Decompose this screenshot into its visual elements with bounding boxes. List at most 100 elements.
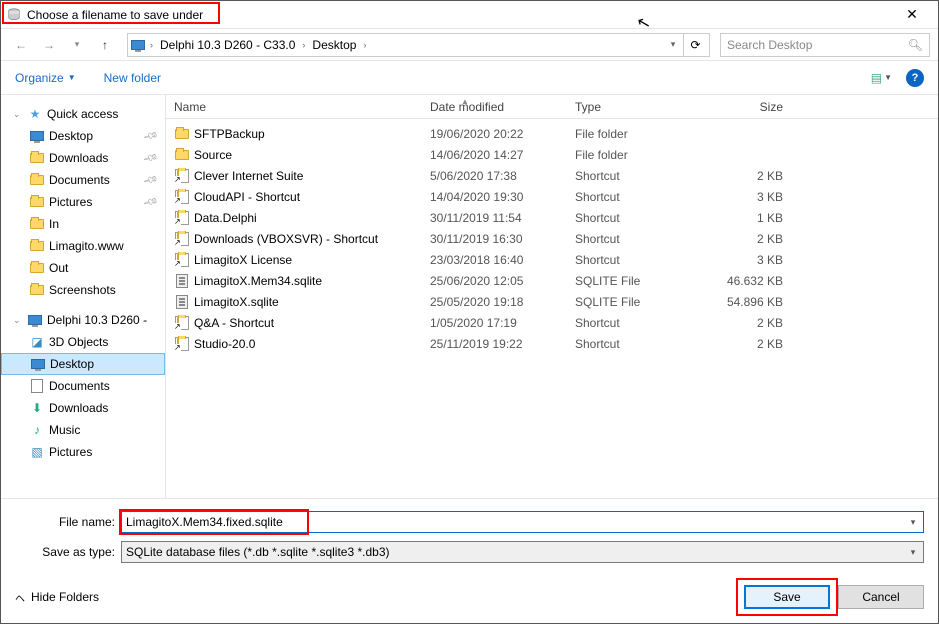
- filename-label: File name:: [15, 515, 115, 529]
- sidebar-item-label: Desktop: [49, 129, 93, 143]
- recent-dropdown[interactable]: ▾: [65, 33, 89, 57]
- file-row[interactable]: Q&A - Shortcut 1/05/2020 17:19 Shortcut …: [166, 312, 938, 333]
- view-options-button[interactable]: ▤▼: [871, 71, 892, 85]
- item-icon: [29, 444, 45, 460]
- file-date: 25/11/2019 19:22: [430, 337, 575, 351]
- file-icon: [174, 294, 190, 310]
- file-row[interactable]: Source 14/06/2020 14:27 File folder: [166, 144, 938, 165]
- col-size[interactable]: Size: [695, 100, 795, 114]
- file-type: File folder: [575, 148, 695, 162]
- file-row[interactable]: LimagitoX.Mem34.sqlite 25/06/2020 12:05 …: [166, 270, 938, 291]
- folder-icon: [29, 150, 45, 166]
- breadcrumb-seg[interactable]: Delphi 10.3 D260 - C33.0: [157, 38, 298, 52]
- filename-input[interactable]: ▾: [121, 511, 924, 533]
- sidebar-item[interactable]: Documents: [1, 375, 165, 397]
- file-icon: [174, 231, 190, 247]
- file-row[interactable]: SFTPBackup 19/06/2020 20:22 File folder: [166, 123, 938, 144]
- monitor-icon: [27, 312, 43, 328]
- folder-icon: [29, 238, 45, 254]
- sidebar-item[interactable]: ⬇ Downloads: [1, 397, 165, 419]
- file-name: Downloads (VBOXSVR) - Shortcut: [194, 232, 378, 246]
- sidebar-item[interactable]: Out: [1, 257, 165, 279]
- column-headers: ▲ Name Date modified Type Size: [166, 95, 938, 119]
- hide-folders-button[interactable]: ヘ Hide Folders: [15, 590, 99, 605]
- close-button[interactable]: ✕: [892, 1, 932, 28]
- back-button[interactable]: ←: [9, 33, 33, 57]
- new-folder-button[interactable]: New folder: [104, 71, 161, 85]
- organize-menu[interactable]: Organize▼: [15, 71, 76, 85]
- refresh-button[interactable]: ⟳: [683, 34, 707, 56]
- file-icon: [174, 168, 190, 184]
- file-icon: [174, 147, 190, 163]
- save-dialog: ↖ Choose a filename to save under ✕ ← → …: [0, 0, 939, 624]
- file-date: 14/04/2020 19:30: [430, 190, 575, 204]
- dropdown-icon[interactable]: ▾: [905, 544, 921, 560]
- file-name: Studio-20.0: [194, 337, 255, 351]
- file-date: 14/06/2020 14:27: [430, 148, 575, 162]
- sidebar-item[interactable]: Pictures 📌︎: [1, 191, 165, 213]
- sidebar-item[interactable]: Documents 📌︎: [1, 169, 165, 191]
- up-button[interactable]: ↑: [93, 33, 117, 57]
- monitor-icon: [130, 37, 146, 53]
- cancel-button[interactable]: Cancel: [838, 585, 924, 609]
- sidebar-item[interactable]: 3D Objects: [1, 331, 165, 353]
- titlebar: Choose a filename to save under ✕: [1, 1, 938, 29]
- filename-field[interactable]: [126, 515, 919, 529]
- sidebar-item-label: Downloads: [49, 151, 108, 165]
- col-type[interactable]: Type: [575, 100, 695, 114]
- sidebar-drive[interactable]: ⌄ Delphi 10.3 D260 -: [1, 309, 165, 331]
- file-icon: [174, 315, 190, 331]
- file-type: Shortcut: [575, 337, 695, 351]
- sidebar-item[interactable]: Desktop: [1, 353, 165, 375]
- file-row[interactable]: LimagitoX.sqlite 25/05/2020 19:18 SQLITE…: [166, 291, 938, 312]
- sidebar-item[interactable]: Desktop 📌︎: [1, 125, 165, 147]
- file-name: Q&A - Shortcut: [194, 316, 274, 330]
- save-button[interactable]: Save: [744, 585, 830, 609]
- file-size: 46.632 KB: [695, 274, 795, 288]
- file-row[interactable]: Clever Internet Suite 5/06/2020 17:38 Sh…: [166, 165, 938, 186]
- sidebar-item-label: Downloads: [49, 401, 108, 415]
- file-row[interactable]: Data.Delphi 30/11/2019 11:54 Shortcut 1 …: [166, 207, 938, 228]
- dropdown-icon[interactable]: ▾: [905, 514, 921, 530]
- file-date: 1/05/2020 17:19: [430, 316, 575, 330]
- file-type: Shortcut: [575, 211, 695, 225]
- file-row[interactable]: LimagitoX License 23/03/2018 16:40 Short…: [166, 249, 938, 270]
- sidebar-item[interactable]: Limagito.www: [1, 235, 165, 257]
- file-date: 23/03/2018 16:40: [430, 253, 575, 267]
- folder-icon: [29, 260, 45, 276]
- sidebar-item-label: Desktop: [50, 357, 94, 371]
- file-date: 25/05/2020 19:18: [430, 295, 575, 309]
- sidebar-item[interactable]: Pictures: [1, 441, 165, 463]
- sidebar-quick-access[interactable]: ⌄ ★ Quick access: [1, 103, 165, 125]
- file-row[interactable]: CloudAPI - Shortcut 14/04/2020 19:30 Sho…: [166, 186, 938, 207]
- col-date[interactable]: Date modified: [430, 100, 575, 114]
- bottom-panel: File name: ▾ Save as type: SQLite databa…: [1, 498, 938, 623]
- nav-row: ← → ▾ ↑ › Delphi 10.3 D260 - C33.0 › Des…: [1, 29, 938, 61]
- sidebar-item[interactable]: In: [1, 213, 165, 235]
- sidebar-item[interactable]: Downloads 📌︎: [1, 147, 165, 169]
- file-name: Source: [194, 148, 232, 162]
- file-size: 1 KB: [695, 211, 795, 225]
- folder-icon: [29, 128, 45, 144]
- chevron-down-icon: ⌄: [13, 315, 23, 326]
- database-icon: [7, 8, 21, 22]
- breadcrumb-dropdown[interactable]: ▾: [665, 34, 681, 56]
- search-input[interactable]: Search Desktop 🔍︎: [720, 33, 930, 57]
- file-icon: [174, 210, 190, 226]
- item-icon: [30, 356, 46, 372]
- file-name: LimagitoX.sqlite: [194, 295, 279, 309]
- file-name: LimagitoX.Mem34.sqlite: [194, 274, 322, 288]
- sidebar-item[interactable]: Music: [1, 419, 165, 441]
- filetype-select[interactable]: SQLite database files (*.db *.sqlite *.s…: [121, 541, 924, 563]
- sidebar-item[interactable]: Screenshots: [1, 279, 165, 301]
- col-name[interactable]: Name: [174, 100, 430, 114]
- breadcrumb-seg[interactable]: Desktop: [309, 38, 359, 52]
- file-row[interactable]: Downloads (VBOXSVR) - Shortcut 30/11/201…: [166, 228, 938, 249]
- file-size: 2 KB: [695, 316, 795, 330]
- breadcrumb[interactable]: › Delphi 10.3 D260 - C33.0 › Desktop › ▾…: [127, 33, 710, 57]
- file-row[interactable]: Studio-20.0 25/11/2019 19:22 Shortcut 2 …: [166, 333, 938, 354]
- help-icon[interactable]: ?: [906, 69, 924, 87]
- sidebar-item-label: Pictures: [49, 445, 92, 459]
- file-date: 25/06/2020 12:05: [430, 274, 575, 288]
- sort-indicator-icon: ▲: [461, 97, 469, 106]
